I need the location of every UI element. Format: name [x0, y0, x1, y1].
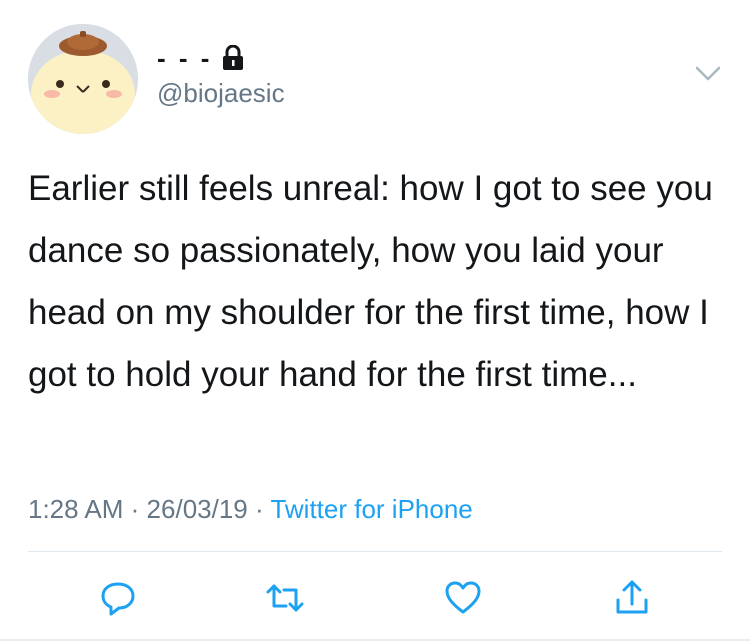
meta-separator: ·	[255, 494, 264, 524]
tweet-card[interactable]: - - - @biojaesic Earlier still feels unr…	[0, 0, 750, 641]
user-handle[interactable]: @biojaesic	[157, 78, 285, 109]
chevron-down-icon[interactable]	[694, 64, 722, 84]
tweet-text: Earlier still feels unreal: how I got to…	[28, 169, 713, 394]
share-icon[interactable]	[610, 576, 654, 620]
display-name-text: - - -	[157, 42, 213, 73]
meta-separator: ·	[130, 494, 140, 524]
divider	[28, 551, 722, 552]
avatar[interactable]	[28, 24, 138, 134]
lock-icon	[222, 44, 244, 71]
tweet-source-link[interactable]: Twitter for iPhone	[270, 494, 472, 524]
avatar-image	[28, 24, 138, 134]
display-name[interactable]: - - -	[157, 40, 244, 76]
tweet-actions	[0, 568, 750, 628]
tweet-time: 1:28 AM	[28, 494, 124, 524]
tweet-date: 26/03/19	[146, 494, 248, 524]
tweet-meta: 1:28 AM · 26/03/19 · Twitter for iPhone	[28, 494, 473, 525]
reply-icon[interactable]	[96, 576, 140, 620]
retweet-icon[interactable]	[263, 576, 307, 620]
heart-icon[interactable]	[441, 576, 485, 620]
